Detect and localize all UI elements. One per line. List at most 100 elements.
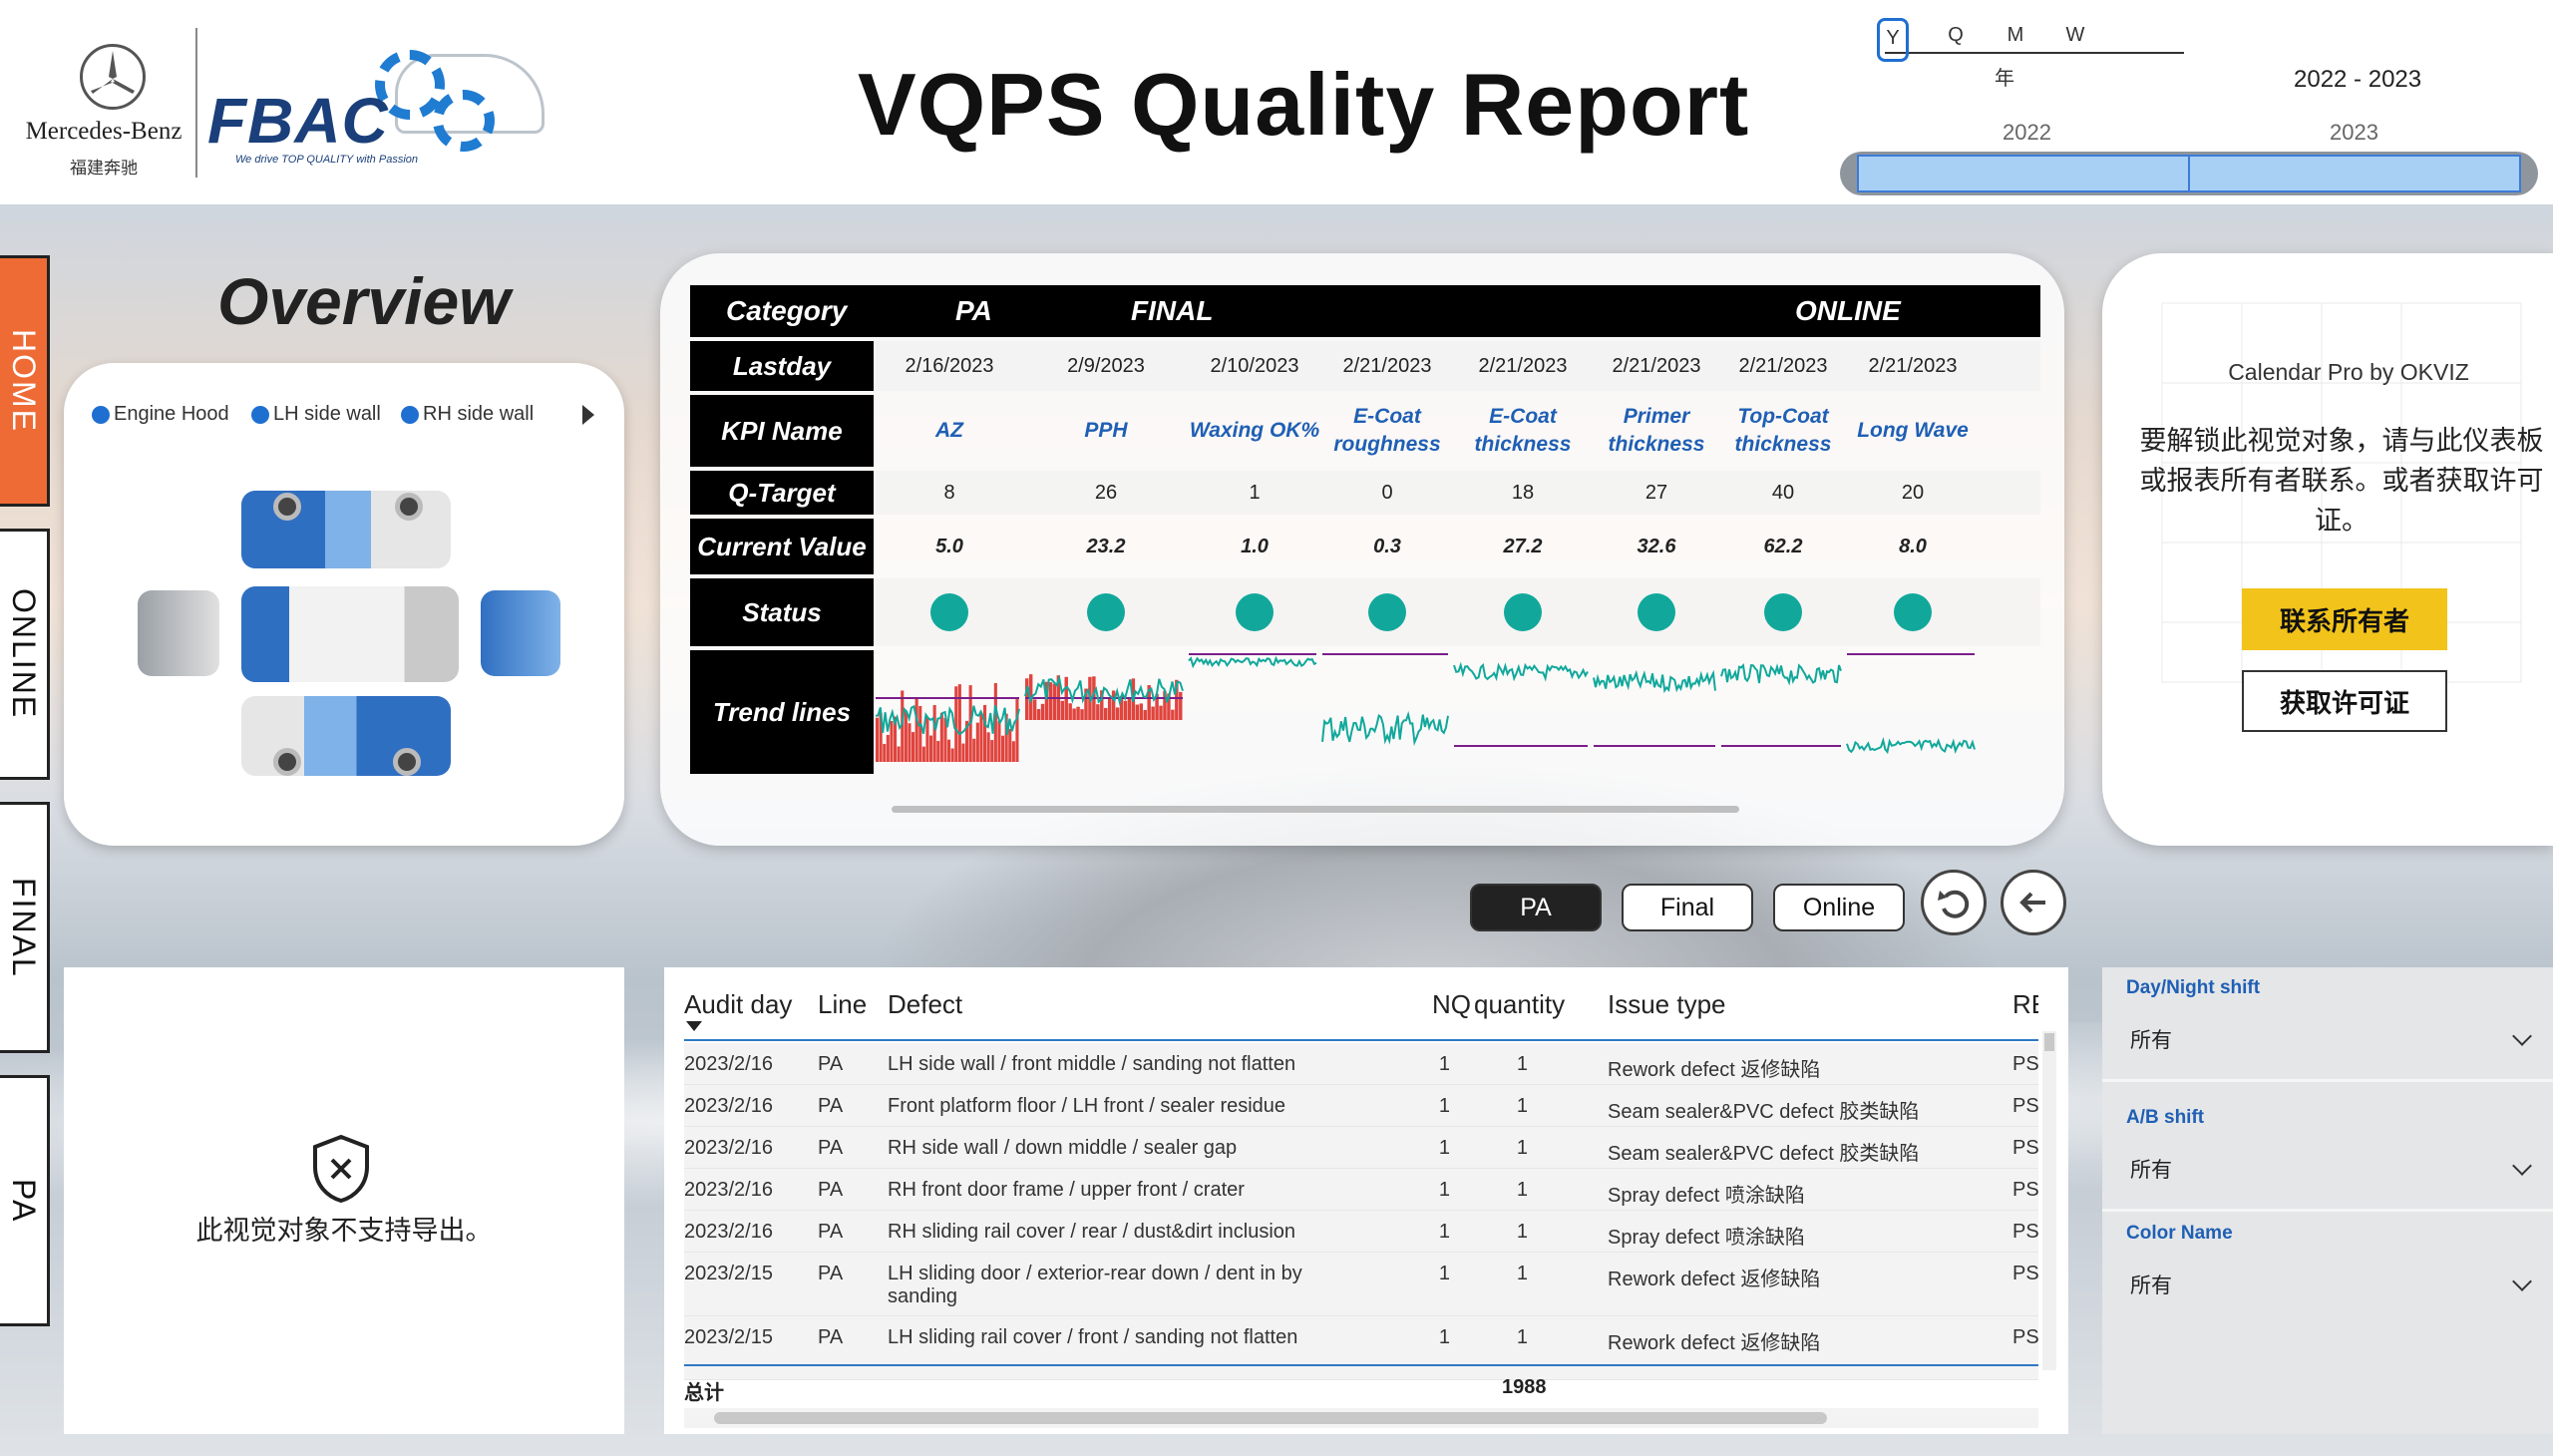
status-indicator-icon[interactable] bbox=[1087, 593, 1125, 631]
period-option-quarter[interactable]: Q bbox=[1941, 24, 1971, 47]
fbac-logo: FBAC We drive TOP QUALITY with Passion bbox=[205, 34, 554, 174]
kpi-status-cell bbox=[1594, 578, 1719, 646]
van-rear-view[interactable] bbox=[481, 590, 560, 676]
kpi-lastday-cell: 2/21/2023 bbox=[1342, 354, 1432, 377]
legend-next-arrow-icon[interactable] bbox=[582, 405, 594, 425]
status-indicator-icon[interactable] bbox=[1638, 593, 1675, 631]
table-cell: RH front door frame / upper front / crat… bbox=[888, 1179, 1245, 1201]
ab-shift-dropdown[interactable]: 所有 bbox=[2126, 1147, 2535, 1191]
legend-dot bbox=[401, 405, 419, 424]
row-header-lastday: Lastday bbox=[690, 341, 874, 391]
trend-bar bbox=[1032, 699, 1037, 720]
calendar-visual-card: Calendar Pro by OKVIZ 要解锁此视觉对象，请与此仪表板或报表… bbox=[2102, 253, 2553, 846]
legend-item-engine-hood[interactable]: Engine Hood bbox=[92, 403, 229, 426]
arrow-left-icon bbox=[2019, 892, 2045, 913]
status-indicator-icon[interactable] bbox=[930, 593, 968, 631]
table-row[interactable]: 2023/2/15 PA LH sliding door / exterior-re… bbox=[684, 1253, 2038, 1316]
scrollbar-thumb[interactable] bbox=[2044, 1033, 2054, 1051]
table-cell: 2023/2/16 bbox=[684, 1095, 773, 1117]
table-row[interactable]: 2023/2/16 PA RH front door frame / upper f… bbox=[684, 1169, 2038, 1211]
table-row[interactable]: 2023/2/16 PA LH side wall / front middle /… bbox=[684, 1043, 2038, 1085]
kpi-current-cell: 23.2 bbox=[1086, 535, 1126, 557]
status-indicator-icon[interactable] bbox=[1504, 593, 1542, 631]
trend-line bbox=[1453, 661, 1589, 682]
tab-online-label: ONLINE bbox=[6, 588, 42, 720]
trend-bar bbox=[883, 743, 887, 762]
trend-bar bbox=[1171, 709, 1175, 720]
van-roof-view[interactable] bbox=[241, 586, 459, 682]
kpi-category-header: Category bbox=[726, 295, 848, 326]
column-header-quantity[interactable]: quantity bbox=[1474, 989, 1565, 1020]
table-cell: 2023/2/16 bbox=[684, 1179, 773, 1201]
trend-bar bbox=[921, 746, 925, 762]
table-row[interactable]: 2023/2/15 PA LH sliding rail cover / front… bbox=[684, 1316, 2038, 1380]
period-level-label: 年 bbox=[1995, 68, 2014, 90]
kpi-target-cell: 26 bbox=[1094, 481, 1118, 504]
export-unsupported-panel: 此视觉对象不支持导出。 bbox=[64, 967, 624, 1434]
kpi-status-cell bbox=[876, 578, 1023, 646]
status-indicator-icon[interactable] bbox=[1236, 593, 1274, 631]
table-row[interactable]: 2023/2/16 PA RH side wall / down middle / … bbox=[684, 1127, 2038, 1169]
table-cell: LH side wall / front middle / sanding no… bbox=[888, 1053, 1296, 1075]
table-cell: PS bbox=[2012, 1263, 2038, 1284]
status-indicator-icon[interactable] bbox=[1368, 593, 1406, 631]
trend-bar bbox=[908, 723, 912, 762]
kpi-kpi-cell: Primer thickness bbox=[1608, 405, 1705, 456]
fbac-tagline: We drive TOP QUALITY with Passion bbox=[235, 154, 418, 166]
trend-lines-chart bbox=[876, 653, 1976, 762]
kpi-category-final: FINAL bbox=[1131, 295, 1214, 326]
undo-icon bbox=[1938, 890, 1970, 918]
table-vertical-scrollbar[interactable] bbox=[2042, 1031, 2056, 1370]
column-header-issue-type[interactable]: Issue type bbox=[1608, 989, 1726, 1020]
scrollbar-thumb[interactable] bbox=[892, 806, 1739, 813]
trend-bar bbox=[890, 720, 894, 762]
tab-final[interactable]: FINAL bbox=[0, 802, 50, 1053]
trend-bar bbox=[939, 712, 943, 762]
view-final-button[interactable]: Final bbox=[1622, 884, 1753, 931]
column-header-audit-day[interactable]: Audit day bbox=[684, 989, 792, 1020]
table-cell: Seam sealer&PVC defect 胶类缺陷 bbox=[1608, 1143, 1920, 1165]
day-night-shift-dropdown[interactable]: 所有 bbox=[2126, 1017, 2535, 1061]
table-horizontal-scrollbar[interactable] bbox=[684, 1408, 2038, 1428]
column-header-defect[interactable]: Defect bbox=[888, 989, 962, 1020]
kpi-target-cell: 20 bbox=[1901, 481, 1925, 504]
sort-descending-icon[interactable] bbox=[686, 1021, 702, 1031]
tab-home[interactable]: HOME bbox=[0, 255, 50, 507]
kpi-current-cell: 0.3 bbox=[1373, 535, 1401, 557]
trend-bar bbox=[1052, 683, 1057, 720]
legend-item-lh-side-wall[interactable]: LH side wall bbox=[251, 403, 381, 426]
status-indicator-icon[interactable] bbox=[1894, 593, 1932, 631]
table-cell: 1 bbox=[1438, 1221, 1450, 1243]
period-slicer[interactable]: Y Q M W 年 2022 - 2023 2022 2023 bbox=[1840, 14, 2543, 203]
kpi-target-cell: 40 bbox=[1771, 481, 1795, 504]
period-option-week[interactable]: W bbox=[2060, 24, 2090, 47]
wheel-icon bbox=[273, 748, 301, 776]
tab-pa[interactable]: PA bbox=[0, 1075, 50, 1326]
view-pa-button[interactable]: PA bbox=[1470, 884, 1602, 931]
view-online-button[interactable]: Online bbox=[1773, 884, 1905, 931]
column-header-re[interactable]: RE bbox=[2012, 989, 2038, 1020]
scrollbar-thumb[interactable] bbox=[714, 1412, 1827, 1424]
legend-item-rh-side-wall[interactable]: RH side wall bbox=[401, 403, 534, 426]
status-indicator-icon[interactable] bbox=[1764, 593, 1802, 631]
back-button[interactable] bbox=[2001, 870, 2066, 935]
kpi-horizontal-scrollbar[interactable] bbox=[882, 804, 2060, 814]
table-cell: 1 bbox=[1516, 1221, 1528, 1243]
period-option-month[interactable]: M bbox=[2001, 24, 2030, 47]
van-front-view[interactable] bbox=[138, 590, 219, 676]
get-license-button[interactable]: 获取许可证 bbox=[2242, 670, 2447, 732]
tab-online[interactable]: ONLINE bbox=[0, 529, 50, 780]
period-option-year[interactable]: Y bbox=[1877, 18, 1909, 62]
column-header-line[interactable]: Line bbox=[818, 989, 867, 1020]
legend-dot bbox=[251, 405, 269, 424]
color-name-dropdown[interactable]: 所有 bbox=[2126, 1263, 2535, 1306]
table-row[interactable]: 2023/2/16 PA Front platform floor / LH fro… bbox=[684, 1085, 2038, 1127]
table-row[interactable]: 2023/2/16 PA RH sliding rail cover / rear … bbox=[684, 1211, 2038, 1253]
contact-owner-button[interactable]: 联系所有者 bbox=[2242, 588, 2447, 650]
row-header-current-value: Current Value bbox=[690, 519, 874, 574]
table-cell: 1 bbox=[1438, 1137, 1450, 1159]
report-header: Mercedes-Benz 福建奔驰 FBAC We drive TOP QUA… bbox=[0, 0, 2553, 204]
trend-bar bbox=[929, 735, 933, 762]
reset-button[interactable] bbox=[1921, 870, 1987, 935]
column-header-nq[interactable]: NQ bbox=[1432, 989, 1471, 1020]
